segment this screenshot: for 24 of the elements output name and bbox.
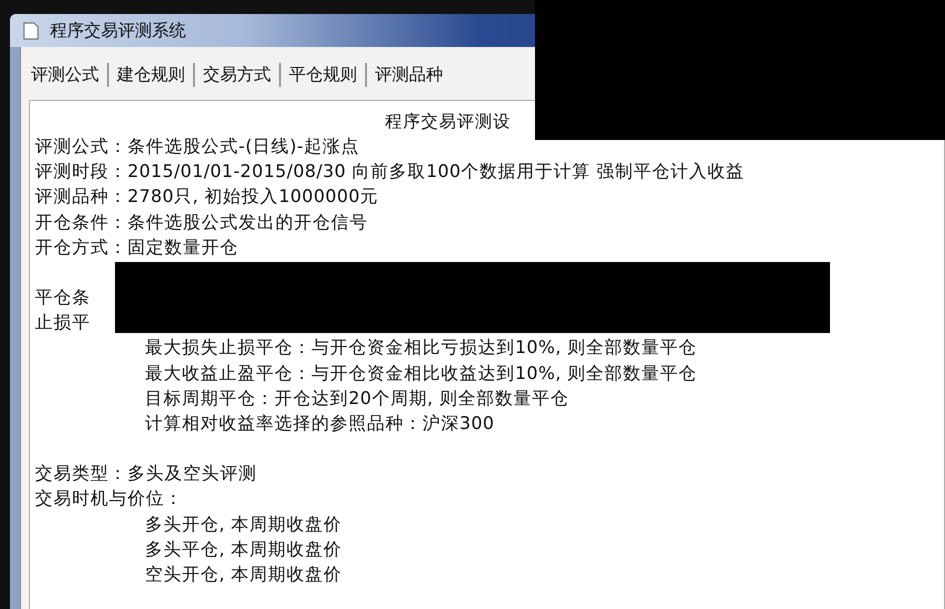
report-line: 最大收益止盈平仓：与开仓资金相比收益达到10%, 则全部数量平仓 bbox=[145, 362, 698, 386]
report-line: 多头平仓, 本周期收盘价 bbox=[145, 538, 342, 562]
tab[interactable]: 建仓规则 bbox=[107, 63, 193, 87]
report-line: 交易类型：多头及空头评测 bbox=[35, 463, 257, 486]
report-line: 评测时段：2015/01/01-2015/08/30 向前多取100个数据用于计算 强制平仓计入收益 bbox=[35, 161, 745, 184]
report-line: 交易时机与价位： bbox=[35, 488, 183, 512]
report-line: 目标周期平仓：开仓达到20个周期, 则全部数量平仓 bbox=[145, 388, 569, 411]
report-line: 评测公式：条件选股公式-(日线)-起涨点 bbox=[35, 136, 360, 159]
tab[interactable]: 评测公式 bbox=[29, 63, 107, 87]
tab[interactable]: 评测品种 bbox=[365, 63, 451, 87]
report-line: 空头开仓, 本周期收盘价 bbox=[145, 564, 342, 588]
report-line: 开仓方式：固定数量开仓 bbox=[35, 236, 238, 260]
report-heading: 程序交易评测设 bbox=[384, 111, 511, 134]
report-line: 多头开仓, 本周期收盘价 bbox=[145, 514, 342, 537]
report-line: 评测品种：2780只, 初始投入1000000元 bbox=[35, 186, 379, 210]
report-line: 计算相对收益率选择的参照品种：沪深300 bbox=[145, 413, 494, 436]
window-title: 程序交易评测系统 bbox=[50, 20, 186, 42]
report-line: 开仓条件：条件选股公式发出的开仓信号 bbox=[35, 212, 368, 235]
tab[interactable]: 平仓规则 bbox=[279, 63, 365, 87]
document-icon bbox=[22, 20, 40, 40]
report-line: 平仓条 bbox=[35, 287, 90, 310]
report-line: 最大损失止损平仓：与开仓资金相比亏损达到10%, 则全部数量平仓 bbox=[145, 337, 698, 360]
tab[interactable]: 交易方式 bbox=[193, 63, 279, 87]
report-line: 止损平 bbox=[35, 312, 90, 336]
